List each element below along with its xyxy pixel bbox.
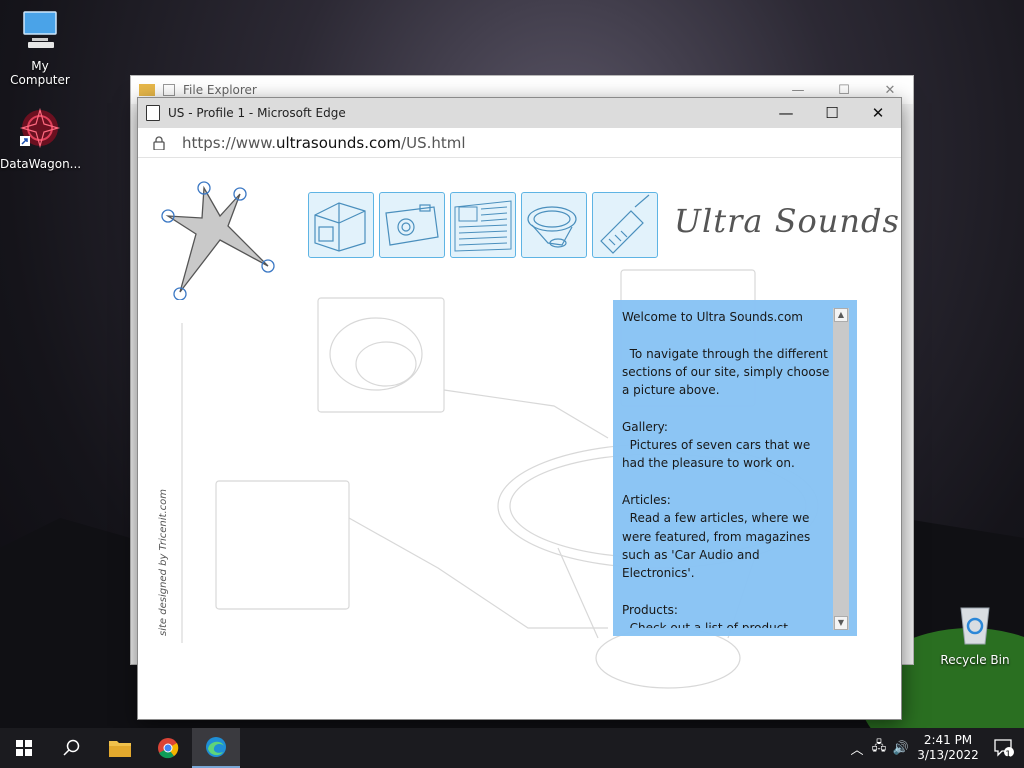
volume-icon[interactable]: 🔊 (890, 741, 912, 756)
info-articles-heading: Articles: (622, 492, 671, 507)
search-button[interactable] (48, 728, 96, 768)
info-products-heading: Products: (622, 602, 678, 617)
close-button[interactable]: ✕ (855, 98, 901, 128)
newspaper-icon (454, 200, 512, 252)
nav-phone-button[interactable] (592, 192, 658, 258)
url-path: /US.html (401, 133, 466, 152)
windows-icon (16, 740, 32, 756)
house-icon (314, 202, 366, 252)
desktop-icon-label: DataWagon... (0, 157, 82, 171)
clock-date: 3/13/2022 (917, 748, 979, 762)
folder-icon (109, 741, 131, 757)
checkmark-icon (163, 84, 175, 96)
scroll-up-button[interactable]: ▲ (834, 308, 848, 322)
minimize-button[interactable]: — (763, 98, 809, 128)
taskbar-file-explorer[interactable] (96, 728, 144, 768)
nav-camera-button[interactable] (379, 192, 445, 258)
address-bar[interactable]: https://www. ultrasounds.com/US.html (138, 128, 901, 158)
clock-time: 2:41 PM (923, 733, 973, 747)
recycle-bin-icon (960, 607, 990, 645)
computer-icon (23, 11, 57, 48)
desktop-icon-my-computer[interactable]: My Computer (0, 8, 80, 87)
explorer-maximize-button[interactable]: ☐ (821, 83, 867, 98)
clock[interactable]: 2:41 PM 3/13/2022 (912, 733, 984, 763)
nav-house-button[interactable] (308, 192, 374, 258)
site-logo-text: Ultra Sounds (674, 202, 900, 240)
info-welcome: Welcome to Ultra Sounds.com (622, 310, 803, 324)
welcome-info-box[interactable]: Welcome to Ultra Sounds.com To navigate … (613, 300, 857, 636)
scroll-down-button[interactable]: ▼ (834, 616, 848, 630)
page-icon (146, 105, 160, 121)
info-gallery: Pictures of seven cars that we had the p… (622, 438, 815, 471)
datawagon-icon (19, 107, 61, 149)
taskbar: ︿ 🖧 🔊 2:41 PM 3/13/2022 1 (0, 728, 1024, 768)
speaker-icon (527, 206, 577, 248)
search-icon (63, 739, 80, 756)
taskbar-edge[interactable] (192, 728, 240, 768)
phone-icon (600, 194, 650, 254)
info-articles: Read a few articles, where we were featu… (622, 511, 815, 581)
star-logo-icon[interactable] (158, 178, 280, 300)
info-gallery-heading: Gallery: (622, 419, 668, 434)
edge-icon (206, 737, 226, 757)
url-prefix: https://www. (182, 133, 276, 152)
edge-window[interactable]: US - Profile 1 - Microsoft Edge — ☐ ✕ ht… (137, 97, 902, 720)
system-tray: ︿ 🖧 🔊 2:41 PM 3/13/2022 1 (846, 728, 1024, 768)
taskbar-chrome[interactable] (144, 728, 192, 768)
web-page: Ultra Sounds site designed by Tricenit.c… (138, 158, 901, 719)
info-products: Check out a list of product brands that … (622, 619, 832, 628)
notification-count: 1 (1005, 750, 1011, 760)
explorer-title: File Explorer (183, 83, 257, 97)
notification-button[interactable]: 1 (984, 728, 1024, 768)
start-button[interactable] (0, 728, 48, 768)
explorer-close-button[interactable]: ✕ (867, 83, 913, 98)
edge-titlebar: US - Profile 1 - Microsoft Edge — ☐ ✕ (138, 98, 901, 128)
site-credit: site designed by Tricenit.com (158, 489, 169, 636)
maximize-button[interactable]: ☐ (809, 98, 855, 128)
nav-newspaper-button[interactable] (450, 192, 516, 258)
chevron-up-icon[interactable]: ︿ (846, 739, 868, 758)
folder-icon (139, 84, 155, 96)
notification-icon (994, 739, 1014, 757)
explorer-minimize-button[interactable]: — (775, 83, 821, 98)
info-intro: To navigate through the different sectio… (622, 346, 830, 398)
desktop-icon-label: Recycle Bin (940, 653, 1010, 667)
url-domain: ultrasounds.com (275, 133, 402, 152)
desktop-icon-recycle-bin[interactable]: Recycle Bin (935, 602, 1015, 667)
desktop-icon-label: My Computer (10, 59, 70, 87)
info-text: Welcome to Ultra Sounds.com To navigate … (622, 308, 832, 628)
nav-speaker-button[interactable] (521, 192, 587, 258)
chrome-icon (158, 738, 179, 759)
lock-icon (153, 135, 165, 150)
desktop-icon-datawagon[interactable]: DataWagon... (0, 106, 82, 171)
camera-icon (385, 204, 439, 246)
info-scrollbar[interactable]: ▲ ▼ (833, 308, 849, 630)
edge-tab-title: US - Profile 1 - Microsoft Edge (168, 106, 346, 120)
network-icon[interactable]: 🖧 (868, 737, 890, 759)
